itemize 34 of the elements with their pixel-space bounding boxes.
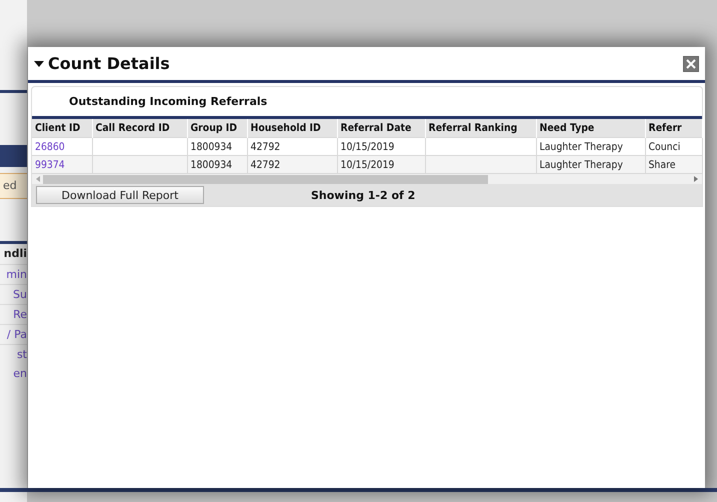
table-cell: 10/15/2019 — [337, 156, 425, 174]
table-cell: 42792 — [247, 156, 337, 174]
scroll-right-icon[interactable] — [694, 176, 698, 182]
sidebar-link[interactable]: Su — [0, 284, 27, 304]
table-cell: 42792 — [247, 138, 337, 156]
table-cell: 1800934 — [187, 156, 247, 174]
column-header: Referral Ranking — [425, 119, 536, 138]
column-header: Call Record ID — [92, 119, 187, 138]
column-header: Need Type — [536, 119, 645, 138]
sidebar-link[interactable]: Re — [0, 304, 27, 324]
download-button[interactable]: Download Full Report — [36, 186, 204, 204]
client-id-link[interactable]: 99374 — [32, 156, 92, 174]
sidebar-link[interactable]: st en — [0, 344, 27, 383]
column-header: Client ID — [32, 119, 92, 138]
table-cell: Laughter Therapy — [536, 138, 645, 156]
horizontal-scrollbar[interactable] — [32, 174, 702, 184]
sidebar-link[interactable]: / Pa — [0, 324, 27, 344]
table-cell: 10/15/2019 — [337, 138, 425, 156]
table-cell: 1800934 — [187, 138, 247, 156]
table-cell: Laughter Therapy — [536, 156, 645, 174]
header-bar — [0, 145, 27, 167]
sidebar-link[interactable]: min — [0, 264, 27, 284]
scroll-left-icon[interactable] — [36, 176, 40, 182]
pagination-text: Showing 1-2 of 2 — [311, 188, 416, 202]
dialog-title[interactable]: Count Details — [34, 54, 170, 73]
table-cell: Share — [645, 156, 702, 174]
column-header: Group ID — [187, 119, 247, 138]
column-header: Referral Date — [337, 119, 425, 138]
column-header: Household ID — [247, 119, 337, 138]
column-header: Referr — [645, 119, 702, 138]
client-id-link[interactable]: 26860 — [32, 138, 92, 156]
table-cell: Counci — [645, 138, 702, 156]
notice-text: ed — [3, 178, 17, 194]
close-button[interactable] — [683, 56, 699, 72]
